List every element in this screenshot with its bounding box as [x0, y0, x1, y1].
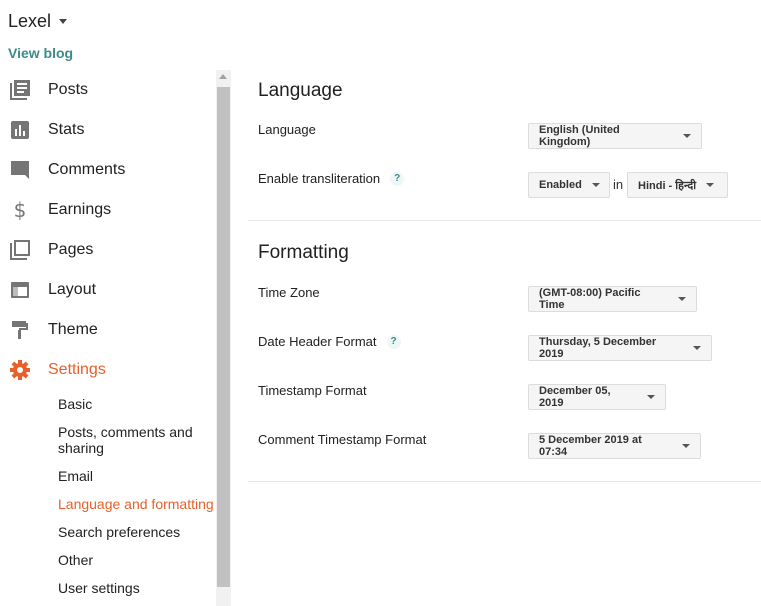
sidebar-item-comments[interactable]: Comments: [0, 150, 216, 190]
dollar-icon: $: [13, 198, 27, 222]
sidebar-item-label: Layout: [48, 281, 97, 298]
sidebar-subitem-language-formatting[interactable]: Language and formatting: [58, 496, 216, 512]
sidebar-subitem-user-settings[interactable]: User settings: [58, 580, 216, 596]
sidebar-item-settings[interactable]: Settings: [0, 350, 216, 390]
sidebar: Posts Stats Comments $ Earnings Pages La…: [0, 70, 216, 606]
sidebar-item-label: Stats: [48, 121, 85, 138]
transliteration-label: Enable transliteration ?: [258, 171, 405, 186]
date-header-label-text: Date Header Format: [258, 334, 377, 349]
help-icon[interactable]: ?: [386, 334, 401, 349]
sidebar-item-earnings[interactable]: $ Earnings: [0, 190, 216, 230]
date-header-value: Thursday, 5 December 2019: [539, 336, 657, 360]
help-icon[interactable]: ?: [390, 171, 405, 186]
section-divider: [248, 481, 761, 482]
chevron-down-icon: [682, 444, 690, 448]
chevron-down-icon: [706, 183, 715, 187]
layout-icon: [10, 280, 30, 300]
comment-timestamp-label: Comment Timestamp Format: [258, 432, 426, 447]
time-zone-label-text: Time Zone: [258, 285, 320, 300]
sidebar-subitem-email[interactable]: Email: [58, 468, 216, 484]
date-header-label: Date Header Format ?: [258, 334, 401, 349]
sidebar-item-theme[interactable]: Theme: [0, 310, 216, 350]
comment-timestamp-dropdown[interactable]: 5 December 2019 at 07:34: [528, 433, 701, 459]
formatting-section-title: Formatting: [258, 242, 349, 263]
scroll-up-arrow-icon[interactable]: [219, 74, 227, 79]
sidebar-scrollbar-thumb[interactable]: [217, 87, 230, 587]
sidebar-item-label: Pages: [48, 241, 94, 258]
chevron-down-icon: [683, 134, 691, 138]
comments-icon: [10, 160, 30, 180]
language-label-text: Language: [258, 122, 316, 137]
blog-switcher[interactable]: Lexel: [8, 11, 68, 32]
timestamp-dropdown[interactable]: December 05, 2019: [528, 384, 666, 410]
sidebar-subitem-search-preferences[interactable]: Search preferences: [58, 524, 216, 540]
transliteration-label-text: Enable transliteration: [258, 171, 381, 186]
language-dropdown-value: English (United Kingdom): [539, 124, 620, 148]
chevron-down-icon: [693, 346, 701, 350]
chevron-down-icon: [678, 297, 686, 301]
pages-icon: [10, 240, 30, 260]
sidebar-item-label: Comments: [48, 161, 126, 178]
sidebar-item-label: Posts: [48, 81, 89, 98]
timestamp-label: Timestamp Format: [258, 383, 367, 398]
transliteration-toggle-dropdown[interactable]: Enabled: [528, 172, 610, 198]
chevron-down-icon: [59, 19, 68, 24]
time-zone-dropdown[interactable]: (GMT-08:00) Pacific Time: [528, 286, 697, 312]
transliteration-value: Enabled: [539, 179, 582, 191]
sidebar-item-label: Theme: [48, 321, 98, 338]
sidebar-item-label: Earnings: [48, 201, 112, 218]
transliteration-language-value: Hindi - हिन्दी: [638, 179, 697, 192]
language-label: Language: [258, 122, 316, 137]
language-section-title: Language: [258, 80, 343, 101]
blog-name: Lexel: [8, 11, 52, 31]
sidebar-item-label: Settings: [48, 361, 106, 378]
date-header-dropdown[interactable]: Thursday, 5 December 2019: [528, 335, 712, 361]
view-blog-link[interactable]: View blog: [8, 45, 73, 61]
time-zone-label: Time Zone: [258, 285, 320, 300]
timestamp-value: December 05, 2019: [539, 385, 611, 409]
sidebar-subitem-posts-comments-sharing[interactable]: Posts, comments and sharing: [58, 424, 216, 456]
sidebar-item-layout[interactable]: Layout: [0, 270, 216, 310]
comment-timestamp-value: 5 December 2019 at 07:34: [539, 434, 642, 458]
sidebar-subitem-basic[interactable]: Basic: [58, 396, 216, 412]
sidebar-item-pages[interactable]: Pages: [0, 230, 216, 270]
transliteration-language-dropdown[interactable]: Hindi - हिन्दी: [627, 172, 728, 198]
stats-icon: [10, 120, 30, 140]
section-divider: [248, 220, 761, 221]
sidebar-subitem-other[interactable]: Other: [58, 552, 216, 568]
paint-roller-icon: [10, 320, 30, 340]
gear-icon: [10, 360, 30, 380]
sidebar-item-posts[interactable]: Posts: [0, 70, 216, 110]
language-dropdown[interactable]: English (United Kingdom): [528, 123, 702, 149]
comment-timestamp-label-text: Comment Timestamp Format: [258, 432, 427, 447]
posts-icon: [10, 80, 30, 100]
in-text: in: [613, 177, 624, 192]
chevron-down-icon: [591, 183, 600, 187]
timestamp-label-text: Timestamp Format: [258, 383, 367, 398]
sidebar-item-stats[interactable]: Stats: [0, 110, 216, 150]
chevron-down-icon: [647, 395, 655, 399]
time-zone-value: (GMT-08:00) Pacific Time: [539, 287, 641, 311]
